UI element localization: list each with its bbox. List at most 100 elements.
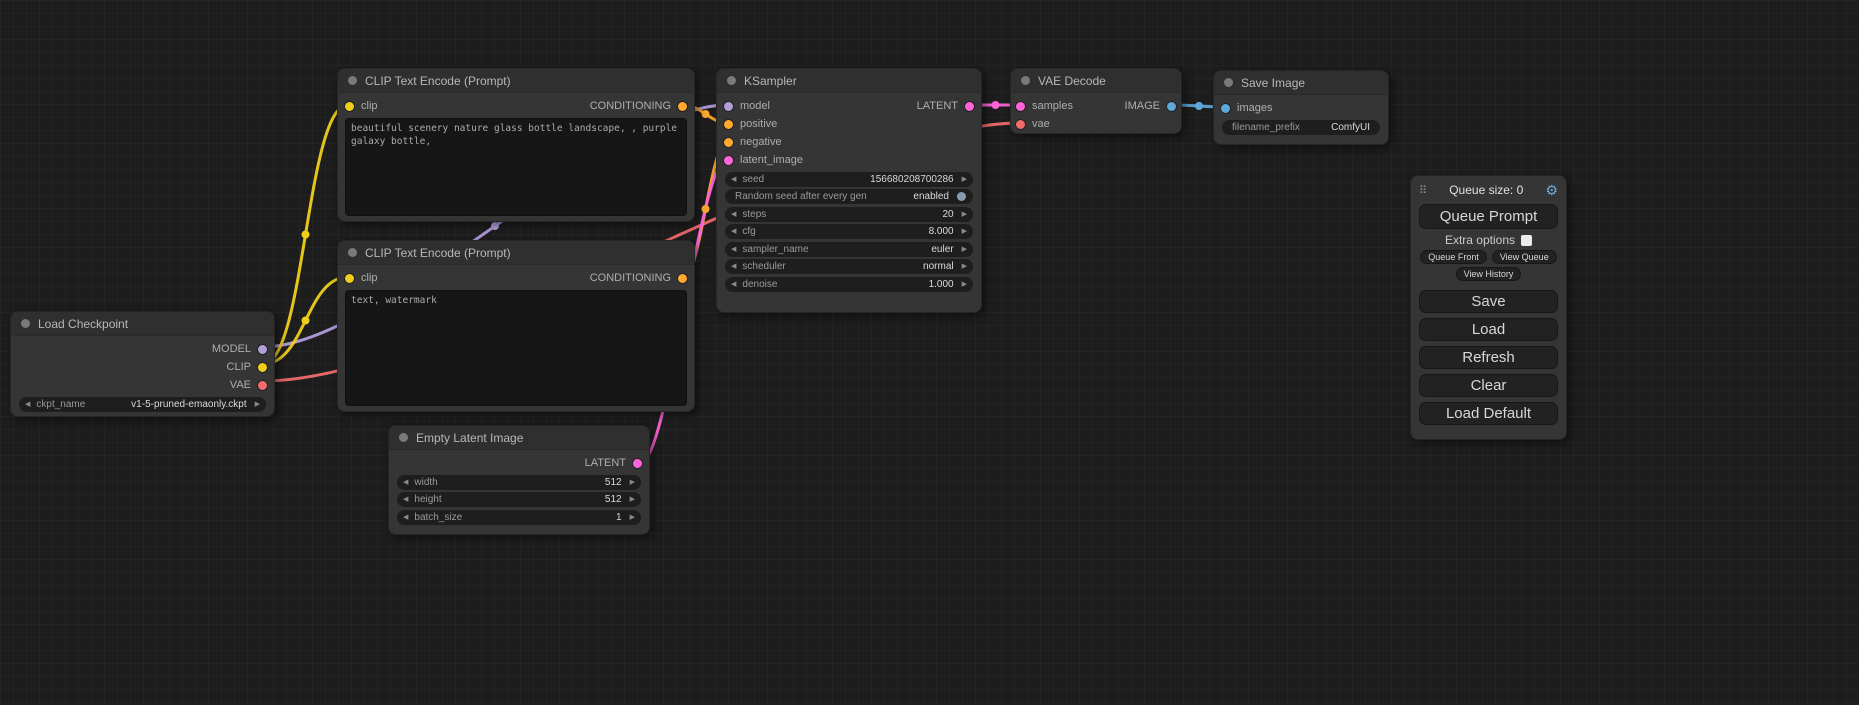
decrement-arrow-icon[interactable]: ◀ <box>731 281 736 288</box>
collapse-dot-icon[interactable] <box>348 248 357 257</box>
decrement-arrow-icon[interactable]: ◀ <box>403 514 408 521</box>
increment-arrow-icon[interactable]: ▶ <box>630 514 635 521</box>
collapse-dot-icon[interactable] <box>1021 76 1030 85</box>
node-title: CLIP Text Encode (Prompt) <box>365 246 511 260</box>
latent-port-dot[interactable] <box>965 102 974 111</box>
node-clip-text-encode-negative[interactable]: CLIP Text Encode (Prompt) clip CONDITION… <box>337 240 695 412</box>
sampler-name-widget[interactable]: ◀ sampler_name euler ▶ <box>725 242 973 257</box>
conditioning-port-dot[interactable] <box>678 274 687 283</box>
clip-port-dot[interactable] <box>258 363 267 372</box>
node-title-bar[interactable]: CLIP Text Encode (Prompt) <box>338 241 694 265</box>
image-port-dot[interactable] <box>1167 102 1176 111</box>
batch-size-widget[interactable]: ◀ batch_size 1 ▶ <box>397 510 641 525</box>
conditioning-port-dot[interactable] <box>678 102 687 111</box>
wire-midpoint-dot <box>992 101 1000 109</box>
increment-arrow-icon[interactable]: ▶ <box>630 479 635 486</box>
node-load-checkpoint[interactable]: Load Checkpoint MODEL CLIP VAE ◀ ckpt_na… <box>10 311 275 417</box>
widget-value: ComfyUI <box>1331 122 1370 133</box>
widget-value: 1 <box>616 512 622 523</box>
samples-image-row: samples IMAGE <box>1011 97 1181 115</box>
refresh-button[interactable]: Refresh <box>1419 346 1558 369</box>
node-clip-text-encode-positive[interactable]: CLIP Text Encode (Prompt) clip CONDITION… <box>337 68 695 222</box>
collapse-dot-icon[interactable] <box>1224 78 1233 87</box>
latent-port-dot[interactable] <box>724 156 733 165</box>
random-seed-toggle-widget[interactable]: Random seed after every gen enabled <box>725 189 973 204</box>
decrement-arrow-icon[interactable]: ◀ <box>731 228 736 235</box>
clip-port-dot[interactable] <box>345 102 354 111</box>
node-title-bar[interactable]: Save Image <box>1214 71 1388 95</box>
decrement-arrow-icon[interactable]: ◀ <box>25 401 30 408</box>
decrement-arrow-icon[interactable]: ◀ <box>731 211 736 218</box>
increment-arrow-icon[interactable]: ▶ <box>962 211 967 218</box>
prompt-text-area[interactable]: beautiful scenery nature glass bottle la… <box>345 118 687 216</box>
conditioning-port-dot[interactable] <box>724 138 733 147</box>
cfg-widget[interactable]: ◀ cfg 8.000 ▶ <box>725 224 973 239</box>
toggle-dot-icon[interactable] <box>957 192 966 201</box>
node-title-bar[interactable]: KSampler <box>717 69 981 93</box>
decrement-arrow-icon[interactable]: ◀ <box>403 496 408 503</box>
increment-arrow-icon[interactable]: ▶ <box>962 176 967 183</box>
seed-widget[interactable]: ◀ seed 156680208700286 ▶ <box>725 172 973 187</box>
steps-widget[interactable]: ◀ steps 20 ▶ <box>725 207 973 222</box>
node-vae-decode[interactable]: VAE Decode samples IMAGE vae <box>1010 68 1182 134</box>
increment-arrow-icon[interactable]: ▶ <box>630 496 635 503</box>
decrement-arrow-icon[interactable]: ◀ <box>731 176 736 183</box>
increment-arrow-icon[interactable]: ▶ <box>255 401 260 408</box>
clip-port-dot[interactable] <box>345 274 354 283</box>
collapse-dot-icon[interactable] <box>399 433 408 442</box>
image-port-dot[interactable] <box>1221 104 1230 113</box>
conditioning-port-dot[interactable] <box>724 120 733 129</box>
denoise-widget[interactable]: ◀ denoise 1.000 ▶ <box>725 277 973 292</box>
increment-arrow-icon[interactable]: ▶ <box>962 246 967 253</box>
node-title-bar[interactable]: VAE Decode <box>1011 69 1181 93</box>
port-label-vae: vae <box>1032 118 1050 130</box>
scheduler-widget[interactable]: ◀ scheduler normal ▶ <box>725 259 973 274</box>
height-widget[interactable]: ◀ height 512 ▶ <box>397 492 641 507</box>
collapse-dot-icon[interactable] <box>727 76 736 85</box>
node-title-bar[interactable]: Empty Latent Image <box>389 426 649 450</box>
port-label-conditioning: CONDITIONING <box>590 100 671 112</box>
collapse-dot-icon[interactable] <box>348 76 357 85</box>
increment-arrow-icon[interactable]: ▶ <box>962 263 967 270</box>
collapse-dot-icon[interactable] <box>21 319 30 328</box>
load-default-button[interactable]: Load Default <box>1419 402 1558 425</box>
widget-label: steps <box>742 209 766 220</box>
save-button[interactable]: Save <box>1419 290 1558 313</box>
port-label-vae: VAE <box>230 379 251 391</box>
filename-prefix-widget[interactable]: filename_prefix ComfyUI <box>1222 120 1380 135</box>
node-title-bar[interactable]: Load Checkpoint <box>11 312 274 336</box>
model-port-dot[interactable] <box>724 102 733 111</box>
port-label-model: MODEL <box>212 343 251 355</box>
model-port-dot[interactable] <box>258 345 267 354</box>
queue-prompt-button[interactable]: Queue Prompt <box>1419 204 1558 229</box>
vae-port-dot[interactable] <box>258 381 267 390</box>
prompt-text-area[interactable]: text, watermark <box>345 290 687 406</box>
clip-conditioning-row: clip CONDITIONING <box>338 269 694 287</box>
node-save-image[interactable]: Save Image images filename_prefix ComfyU… <box>1213 70 1389 145</box>
increment-arrow-icon[interactable]: ▶ <box>962 281 967 288</box>
latent-port-dot[interactable] <box>633 459 642 468</box>
decrement-arrow-icon[interactable]: ◀ <box>731 246 736 253</box>
drag-handle-icon[interactable]: ⠿ <box>1419 184 1427 197</box>
extra-options-checkbox[interactable] <box>1521 235 1532 246</box>
ckpt-name-widget[interactable]: ◀ ckpt_name v1-5-pruned-emaonly.ckpt ▶ <box>19 397 266 412</box>
latent-port-dot[interactable] <box>1016 102 1025 111</box>
queue-control-panel: ⠿ Queue size: 0 ⚙ Queue Prompt Extra opt… <box>1410 175 1567 440</box>
vae-port-dot[interactable] <box>1016 120 1025 129</box>
node-empty-latent-image[interactable]: Empty Latent Image LATENT ◀ width 512 ▶ … <box>388 425 650 535</box>
port-label-image: IMAGE <box>1125 100 1160 112</box>
load-button[interactable]: Load <box>1419 318 1558 341</box>
node-title-bar[interactable]: CLIP Text Encode (Prompt) <box>338 69 694 93</box>
decrement-arrow-icon[interactable]: ◀ <box>403 479 408 486</box>
input-port-vae: vae <box>1011 115 1181 133</box>
queue-front-button[interactable]: Queue Front <box>1420 250 1487 264</box>
increment-arrow-icon[interactable]: ▶ <box>962 228 967 235</box>
settings-gear-icon[interactable]: ⚙ <box>1545 183 1558 197</box>
view-history-button[interactable]: View History <box>1456 267 1522 281</box>
decrement-arrow-icon[interactable]: ◀ <box>731 263 736 270</box>
view-queue-button[interactable]: View Queue <box>1492 250 1557 264</box>
node-ksampler[interactable]: KSampler model LATENT positive negative … <box>716 68 982 313</box>
width-widget[interactable]: ◀ width 512 ▶ <box>397 475 641 490</box>
clear-button[interactable]: Clear <box>1419 374 1558 397</box>
widget-value: 8.000 <box>929 226 954 237</box>
